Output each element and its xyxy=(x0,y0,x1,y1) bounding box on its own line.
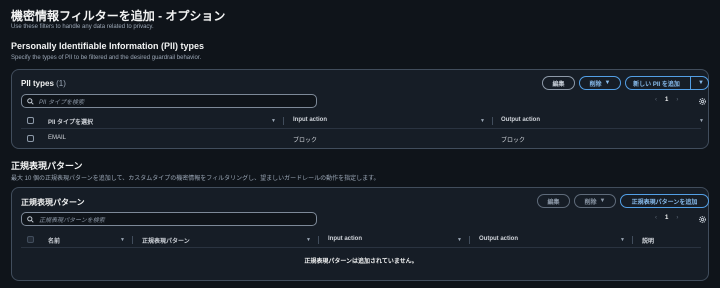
column-regex-pattern[interactable]: 正規表現パターン xyxy=(142,236,190,245)
caret-down-icon: ▼ xyxy=(604,80,611,86)
caret-down-icon[interactable]: ▼ xyxy=(694,80,708,86)
regex-edit-button[interactable]: 編集 xyxy=(537,194,570,208)
search-icon xyxy=(27,215,34,223)
regex-search-input[interactable]: 正規表現パターンを検索 xyxy=(21,212,317,226)
column-divider[interactable] xyxy=(283,117,284,125)
regex-section-description: 最大 10 個の正規表現パターンを追加して、カスタムタイプの機密情報をフィルタリ… xyxy=(11,176,380,182)
regex-panel-title: 正規表現パターン xyxy=(21,198,85,207)
pii-type-cell: EMAIL xyxy=(48,135,67,141)
chevron-right-icon[interactable]: › xyxy=(676,97,678,103)
pii-section-description: Specify the types of PII to be filtered … xyxy=(11,55,202,61)
regex-delete-button[interactable]: 削除 ▼ xyxy=(574,194,616,208)
caret-down-icon: ▼ xyxy=(599,198,606,204)
split-divider xyxy=(690,77,691,89)
column-output-action[interactable]: Output action xyxy=(479,236,518,242)
column-name[interactable]: 名前 xyxy=(48,236,60,245)
pii-search-input[interactable]: PII タイプを検索 xyxy=(21,94,317,108)
pii-edit-button[interactable]: 編集 xyxy=(542,76,575,90)
chevron-left-icon[interactable]: ‹ xyxy=(655,215,657,221)
chevron-right-icon[interactable]: › xyxy=(676,215,678,221)
pii-panel-title-text: PII types xyxy=(21,79,54,88)
column-input-action[interactable]: Input action xyxy=(293,117,327,123)
pii-page-number[interactable]: 1 xyxy=(665,97,668,103)
page-subtitle: Use these filters to handle any data rel… xyxy=(11,24,154,30)
pii-delete-button[interactable]: 削除 ▼ xyxy=(579,76,621,90)
regex-patterns-panel: 正規表現パターン 編集 削除 ▼ 正規表現パターンを追加 正規表現パターンを検索… xyxy=(11,187,709,281)
search-icon xyxy=(27,97,34,105)
sort-icon[interactable]: ▼ xyxy=(457,237,462,243)
gear-icon[interactable] xyxy=(698,215,707,224)
header-divider xyxy=(21,128,701,129)
pii-add-label[interactable]: 新しい PII を追加 xyxy=(626,79,687,88)
regex-add-button[interactable]: 正規表現パターンを追加 xyxy=(620,194,709,208)
column-divider[interactable] xyxy=(318,236,319,244)
sort-icon[interactable]: ▼ xyxy=(620,237,625,243)
row-checkbox[interactable] xyxy=(27,135,34,142)
column-divider[interactable] xyxy=(132,236,133,244)
pii-pagination: ‹ 1 › xyxy=(655,97,678,103)
regex-section-heading: 正規表現パターン xyxy=(11,161,83,171)
pii-delete-label: 削除 xyxy=(589,81,602,88)
pii-search-placeholder: PII タイプを検索 xyxy=(39,99,85,106)
select-all-checkbox xyxy=(27,236,34,243)
regex-edit-label: 編集 xyxy=(547,199,560,206)
pii-edit-label: 編集 xyxy=(552,81,565,88)
pii-count: (1) xyxy=(56,79,66,88)
regex-add-label: 正規表現パターンを追加 xyxy=(631,199,698,206)
regex-page-number[interactable]: 1 xyxy=(665,215,668,221)
sort-icon[interactable]: ▼ xyxy=(306,237,311,243)
input-action-cell: ブロック xyxy=(293,138,318,144)
column-description[interactable]: 説明 xyxy=(642,236,654,245)
column-divider[interactable] xyxy=(632,236,633,244)
header-divider xyxy=(21,247,701,248)
regex-delete-label: 削除 xyxy=(584,199,597,206)
pii-section-heading: Personally Identifiable Information (PII… xyxy=(11,41,205,51)
sort-icon[interactable]: ▼ xyxy=(271,118,276,124)
regex-search-placeholder: 正規表現パターンを検索 xyxy=(39,217,105,224)
select-all-checkbox[interactable] xyxy=(27,117,34,124)
sort-icon[interactable]: ▼ xyxy=(120,237,125,243)
column-pii-type[interactable]: PII タイプを選択 xyxy=(48,117,93,126)
sort-icon[interactable]: ▼ xyxy=(480,118,485,124)
gear-icon[interactable] xyxy=(698,97,707,106)
chevron-left-icon[interactable]: ‹ xyxy=(655,97,657,103)
empty-state-message: 正規表現パターンは追加されていません。 xyxy=(304,259,418,265)
pii-add-split-button[interactable]: 新しい PII を追加 ▼ xyxy=(625,76,709,90)
sort-icon[interactable]: ▼ xyxy=(699,118,704,124)
output-action-cell: ブロック xyxy=(501,138,526,144)
pii-panel-title: PII types (1) xyxy=(21,79,66,88)
column-divider[interactable] xyxy=(492,117,493,125)
pii-types-panel: PII types (1) 編集 削除 ▼ 新しい PII を追加 ▼ PII … xyxy=(11,69,709,149)
column-input-action[interactable]: Input action xyxy=(328,236,362,242)
page-title: 機密情報フィルターを追加 - オプション xyxy=(11,9,226,23)
column-divider[interactable] xyxy=(469,236,470,244)
regex-pagination: ‹ 1 › xyxy=(655,215,678,221)
column-output-action[interactable]: Output action xyxy=(501,117,540,123)
